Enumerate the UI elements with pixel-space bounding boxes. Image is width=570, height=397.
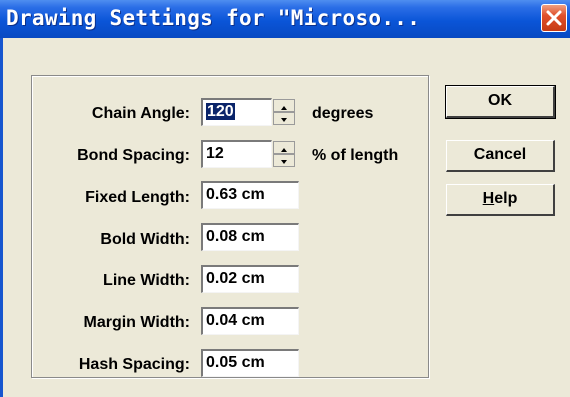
arrow-down-icon (281, 118, 287, 122)
margin-width-value: 0.04 cm (206, 312, 265, 329)
chain-angle-spinner[interactable] (273, 99, 295, 125)
fixed-length-value: 0.63 cm (206, 186, 265, 203)
help-mnemonic: H (482, 190, 495, 207)
bond-spacing-unit: % of length (312, 147, 399, 164)
bond-spacing-value: 12 (206, 145, 224, 162)
line-width-input[interactable]: 0.02 cm (201, 265, 299, 293)
chain-angle-input[interactable]: 120 (201, 98, 272, 126)
help-label-rest: elp (494, 190, 518, 207)
cancel-button[interactable]: Cancel (446, 140, 555, 172)
chain-angle-label: Chain Angle: (91, 105, 190, 122)
fixed-length-label: Fixed Length: (85, 189, 190, 206)
hash-spacing-input[interactable]: 0.05 cm (201, 349, 299, 377)
spinner-down-button[interactable] (273, 112, 295, 125)
bold-width-input[interactable]: 0.08 cm (201, 223, 299, 251)
bond-spacing-input[interactable]: 12 (201, 140, 272, 168)
bold-width-value: 0.08 cm (206, 228, 265, 245)
bond-spacing-label: Bond Spacing: (77, 147, 190, 164)
title-bar[interactable]: Drawing Settings for "Microso... (0, 0, 570, 38)
margin-width-label: Margin Width: (83, 314, 191, 331)
arrow-down-icon (281, 160, 287, 164)
line-width-value: 0.02 cm (206, 270, 265, 287)
hash-spacing-value: 0.05 cm (206, 354, 265, 371)
bond-spacing-spinner[interactable] (273, 141, 295, 167)
spinner-up-button[interactable] (273, 141, 295, 154)
chain-angle-unit: degrees (312, 105, 374, 122)
spinner-up-button[interactable] (273, 99, 295, 112)
close-icon (546, 10, 562, 26)
line-width-label: Line Width: (103, 272, 190, 289)
window-border (0, 38, 3, 397)
window-title: Drawing Settings for "Microso... (6, 6, 421, 30)
close-button[interactable] (541, 4, 567, 32)
ok-button[interactable]: OK (445, 85, 556, 119)
margin-width-input[interactable]: 0.04 cm (201, 307, 299, 335)
fixed-length-input[interactable]: 0.63 cm (201, 181, 299, 209)
bold-width-label: Bold Width: (100, 231, 190, 248)
help-button[interactable]: Help (446, 184, 555, 216)
hash-spacing-label: Hash Spacing: (78, 356, 190, 373)
spinner-down-button[interactable] (273, 154, 295, 167)
chain-angle-value: 120 (206, 103, 235, 120)
